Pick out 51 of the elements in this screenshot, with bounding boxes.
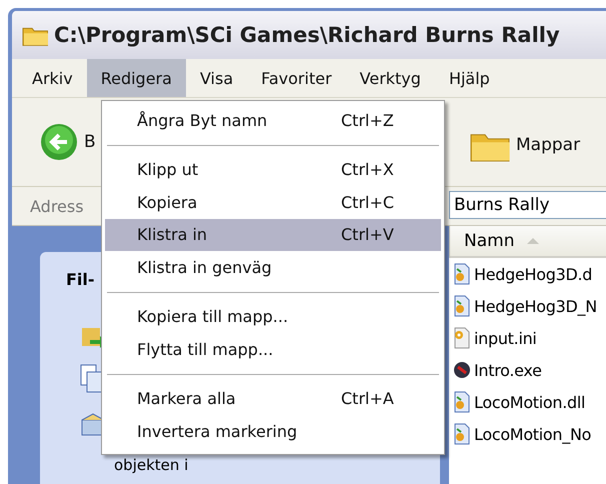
entry-label: Klistra in <box>136 225 208 244</box>
library-file-icon <box>453 263 471 285</box>
entry-label: Kopiera <box>136 192 198 212</box>
file-name[interactable]: Intro.exe <box>474 360 542 380</box>
menu-item[interactable]: Visa <box>186 59 248 97</box>
menu-entry[interactable]: Ångra Byt namn Ctrl+Z <box>105 104 441 136</box>
file-name[interactable]: input.ini <box>474 328 537 348</box>
column-title: Namn <box>464 231 514 251</box>
menu-entry[interactable]: Klistra in genväg <box>105 251 441 284</box>
column-header[interactable]: Namn <box>449 226 606 258</box>
address-label: Adress <box>29 196 84 216</box>
sort-icon <box>526 237 540 245</box>
entry-label: Invertera markering <box>136 422 298 441</box>
entry-label: Kopiera till mapp... <box>136 307 290 326</box>
pane-text: objekten i <box>114 456 188 474</box>
menu-item[interactable]: Redigera <box>86 59 186 97</box>
menu-item[interactable]: Hjälp <box>434 59 504 97</box>
shortcut: Ctrl+C <box>341 192 394 212</box>
menu-entry[interactable]: Klipp ut Ctrl+X <box>105 154 441 186</box>
menu-entry[interactable]: Invertera markering <box>105 415 441 448</box>
entry-label: Klipp ut <box>136 160 200 180</box>
file-name[interactable]: HedgeHog3D_N <box>474 296 597 316</box>
menu-item[interactable]: Verktyg <box>346 59 435 97</box>
menu-entry[interactable]: Kopiera Ctrl+C <box>105 186 441 218</box>
library-file-icon <box>453 391 471 413</box>
back-button[interactable]: B <box>38 121 98 163</box>
folders-button[interactable]: Mappar <box>468 126 582 164</box>
settings-file-icon <box>453 327 471 349</box>
shortcut: Ctrl+A <box>341 389 394 408</box>
window-title: C:\Program\SCi Games\Richard Burns Rally <box>54 23 560 47</box>
menu-entry[interactable]: Kopiera till mapp... <box>105 300 441 333</box>
entry-label: Klistra in genväg <box>136 258 273 277</box>
shortcut: Ctrl+V <box>341 225 394 244</box>
menu-item[interactable]: Favoriter <box>247 59 346 97</box>
address-field[interactable]: Burns Rally <box>449 191 606 219</box>
menu-entry[interactable]: Markera alla Ctrl+A <box>105 382 441 415</box>
entry-label: Markera alla <box>136 389 237 408</box>
menu-entry[interactable]: Klistra in Ctrl+V <box>105 218 441 251</box>
menu-entry[interactable]: Flytta till mapp... <box>105 333 441 366</box>
library-file-icon <box>453 295 471 317</box>
entry-label: Ångra Byt namn <box>136 110 268 130</box>
entry-label: Flytta till mapp... <box>136 340 274 359</box>
file-name[interactable]: HedgeHog3D.d <box>474 264 592 284</box>
program-file-icon <box>453 359 471 381</box>
shortcut: Ctrl+Z <box>341 110 394 130</box>
shortcut: Ctrl+X <box>341 160 394 180</box>
menu-item[interactable]: Arkiv <box>18 59 87 97</box>
file-name[interactable]: LocoMotion.dll <box>474 392 586 412</box>
file-name[interactable]: LocoMotion_No <box>474 424 592 444</box>
pane-heading: Fil- <box>66 270 95 289</box>
library-file-icon <box>453 423 471 445</box>
